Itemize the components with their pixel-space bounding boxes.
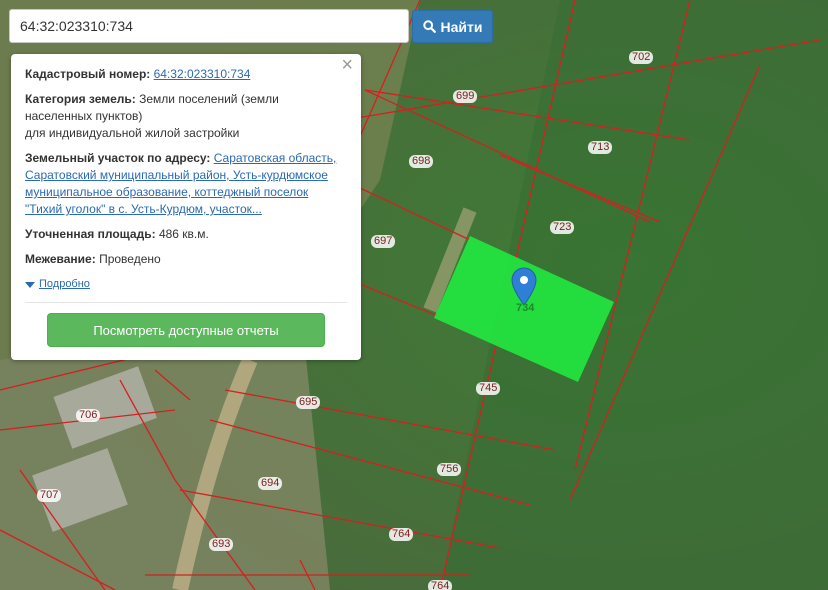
caret-down-icon xyxy=(25,281,35,288)
parcel-info-popup: × Кадастровый номер: 64:32:023310:734 Ка… xyxy=(11,54,361,360)
parcel-number[interactable]: 764 xyxy=(389,528,414,541)
search-input[interactable] xyxy=(10,10,408,42)
parcel-number[interactable]: 756 xyxy=(437,463,462,476)
parcel-number[interactable]: 693 xyxy=(209,538,234,551)
view-reports-button[interactable]: Посмотреть доступные отчеты xyxy=(47,313,325,347)
category-row: Категория земель: Земли поселений (земли… xyxy=(25,91,347,142)
address-row: Земельный участок по адресу: Саратовская… xyxy=(25,150,347,218)
search-button-label: Найти xyxy=(440,18,483,35)
survey-label: Межевание: xyxy=(25,252,96,266)
search-button[interactable]: Найти xyxy=(412,10,493,43)
parcel-number[interactable]: 707 xyxy=(37,489,62,502)
parcel-number[interactable]: 723 xyxy=(550,221,575,234)
survey-row: Межевание: Проведено xyxy=(25,251,347,268)
search-bar xyxy=(9,9,409,43)
category-subtype: для индивидуальной жилой застройки xyxy=(25,126,240,140)
selected-parcel-number[interactable]: 734 xyxy=(513,302,537,315)
parcel-number[interactable]: 745 xyxy=(476,382,501,395)
divider xyxy=(25,302,347,303)
parcel-number[interactable]: 697 xyxy=(371,235,396,248)
parcel-number[interactable]: 699 xyxy=(453,90,478,103)
details-link[interactable]: Подробно xyxy=(39,276,90,293)
parcel-number[interactable]: 694 xyxy=(258,477,283,490)
parcel-number[interactable]: 702 xyxy=(629,51,654,64)
category-label: Категория земель: xyxy=(25,92,136,106)
parcel-number[interactable]: 698 xyxy=(409,155,434,168)
cadastral-label: Кадастровый номер: xyxy=(25,67,151,81)
parcel-number[interactable]: 764 xyxy=(428,580,453,590)
parcel-number[interactable]: 713 xyxy=(588,141,613,154)
address-label: Земельный участок по адресу: xyxy=(25,151,211,165)
cadastral-row: Кадастровый номер: 64:32:023310:734 xyxy=(25,66,347,83)
cadastral-link[interactable]: 64:32:023310:734 xyxy=(154,67,251,81)
area-value: 486 кв.м. xyxy=(158,227,209,241)
parcel-number[interactable]: 706 xyxy=(76,409,101,422)
area-label: Уточненная площадь: xyxy=(25,227,156,241)
close-icon[interactable]: × xyxy=(341,55,353,75)
survey-value: Проведено xyxy=(99,252,161,266)
area-row: Уточненная площадь: 486 кв.м. xyxy=(25,226,347,243)
parcel-number[interactable]: 695 xyxy=(296,396,321,409)
search-icon xyxy=(422,20,436,33)
details-toggle[interactable]: Подробно xyxy=(25,276,347,293)
